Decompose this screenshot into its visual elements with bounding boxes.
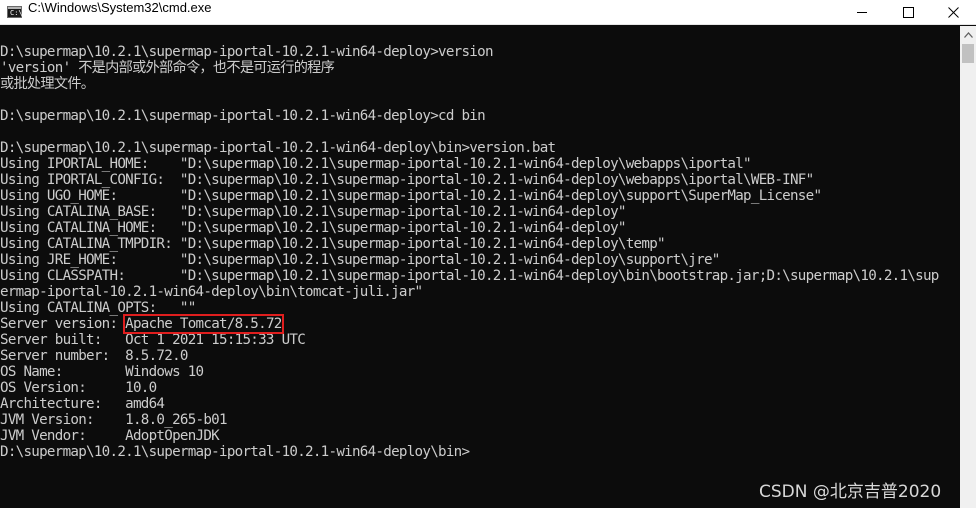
- maximize-button[interactable]: [885, 0, 931, 25]
- console-line: D:\supermap\10.2.1\supermap-iportal-10.2…: [0, 444, 470, 460]
- console-line: Using CLASSPATH: "D:\supermap\10.2.1\sup…: [0, 268, 939, 284]
- scroll-up-button[interactable]: [960, 26, 976, 43]
- console-line: Using CATALINA_TMPDIR: "D:\supermap\10.2…: [0, 236, 666, 252]
- minimize-button[interactable]: [839, 0, 885, 25]
- title-bar[interactable]: C:\ C:\Windows\System32\cmd.exe: [0, 0, 976, 25]
- console-line: Using CATALINA_BASE: "D:\supermap\10.2.1…: [0, 204, 626, 220]
- csdn-watermark: CSDN @北京吉普2020: [759, 482, 942, 502]
- console-line: JVM Vendor: AdoptOpenJDK: [0, 428, 220, 444]
- console-line: OS Version: 10.0: [0, 380, 157, 396]
- console-line: Server version: Apache Tomcat/8.5.72: [0, 314, 939, 334]
- console-line: Server number: 8.5.72.0: [0, 348, 188, 364]
- scroll-thumb[interactable]: [962, 44, 974, 63]
- console-line: Using IPORTAL_CONFIG: "D:\supermap\10.2.…: [0, 172, 814, 188]
- console-line: Using CATALINA_HOME: "D:\supermap\10.2.1…: [0, 220, 626, 236]
- console-line: D:\supermap\10.2.1\supermap-iportal-10.2…: [0, 108, 486, 124]
- highlighted-server-version: Apache Tomcat/8.5.72: [123, 314, 284, 334]
- vertical-scrollbar[interactable]: [960, 26, 976, 508]
- console-line: D:\supermap\10.2.1\supermap-iportal-10.2…: [0, 140, 556, 156]
- close-icon: [947, 7, 959, 18]
- console-line: Server built: Oct 1 2021 15:15:33 UTC: [0, 332, 306, 348]
- console-line-prefix: Server version:: [0, 316, 126, 332]
- console-line: Architecture: amd64: [0, 396, 165, 412]
- console-line: OS Name: Windows 10: [0, 364, 204, 380]
- maximize-icon: [902, 7, 914, 18]
- console-line: D:\supermap\10.2.1\supermap-iportal-10.2…: [0, 44, 493, 60]
- console-line: Using UGO_HOME: "D:\supermap\10.2.1\supe…: [0, 188, 822, 204]
- console-line: JVM Version: 1.8.0_265-b01: [0, 412, 228, 428]
- console-line: 或批处理文件。: [0, 76, 95, 92]
- cmd-window: C:\ C:\Windows\System32\cmd.exe D:\super…: [0, 0, 976, 508]
- close-button[interactable]: [930, 0, 976, 25]
- console-line: Using JRE_HOME: "D:\supermap\10.2.1\supe…: [0, 252, 720, 268]
- console-line: 'version' 不是内部或外部命令，也不是可运行的程序: [0, 60, 335, 76]
- console-line: ermap-iportal-10.2.1-win64-deploy\bin\to…: [0, 284, 423, 300]
- scroll-up-arrow-icon: [963, 31, 973, 38]
- cmd-app-icon-glyph: C:\: [10, 9, 23, 17]
- minimize-icon: [856, 12, 867, 13]
- console-line: Using IPORTAL_HOME: "D:\supermap\10.2.1\…: [0, 156, 752, 172]
- console-line: Using CATALINA_OPTS: "": [0, 300, 196, 316]
- window-title: C:\Windows\System32\cmd.exe: [28, 0, 212, 15]
- console-output[interactable]: D:\supermap\10.2.1\supermap-iportal-10.2…: [0, 26, 960, 508]
- cmd-app-icon[interactable]: C:\: [7, 6, 23, 18]
- console-text: D:\supermap\10.2.1\supermap-iportal-10.2…: [0, 44, 939, 460]
